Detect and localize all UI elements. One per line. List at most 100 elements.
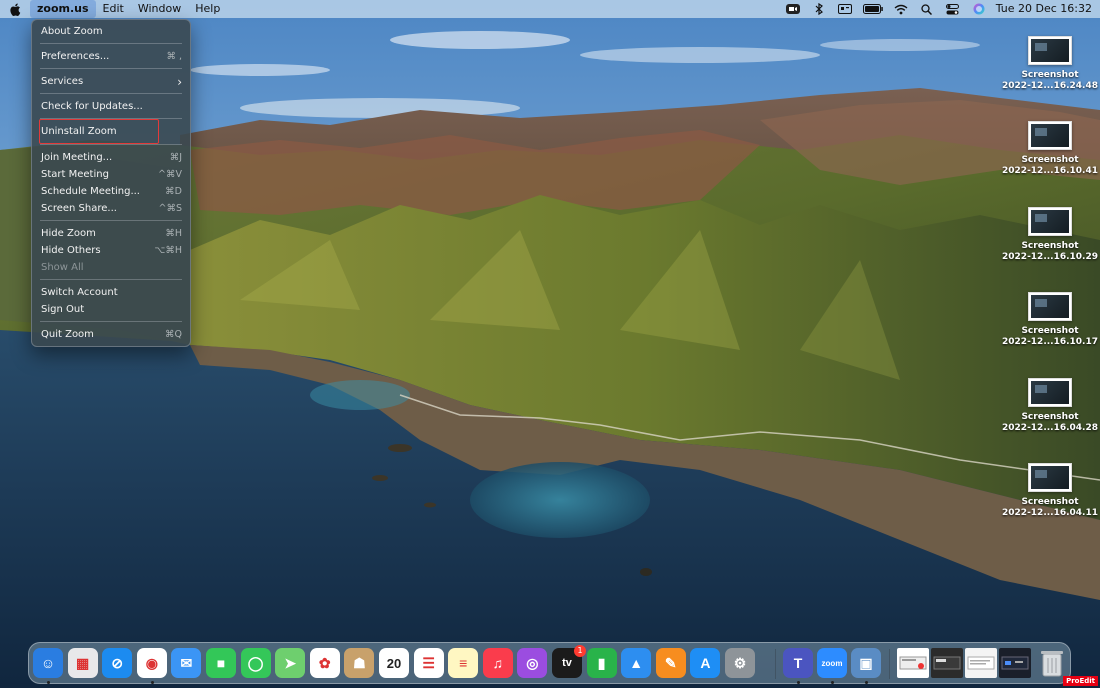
reminders-icon[interactable]: ☰ [413, 648, 444, 678]
desktop-file-screenshot[interactable]: Screenshot 2022-12...16.24.48 [1002, 36, 1098, 92]
menu-item-join-meeting[interactable]: Join Meeting... ⌘J [32, 149, 190, 166]
podcasts-icon[interactable]: ◎ [517, 648, 548, 678]
dock-icon-glyph: tv [562, 657, 572, 669]
status-area: Tue 20 Dec 16:32 [780, 0, 1100, 18]
maps-icon[interactable]: ➤ [275, 648, 306, 678]
desktop-file-screenshot[interactable]: Screenshot 2022-12...16.04.11 [1002, 463, 1098, 519]
menu-item-quit-zoom[interactable]: Quit Zoom ⌘Q [32, 326, 190, 343]
dock-icon-glyph: ▲ [629, 655, 644, 671]
chrome-icon[interactable]: ◉ [136, 648, 167, 678]
siri-icon[interactable] [966, 0, 992, 18]
menu-item-preferences[interactable]: Preferences... ⌘ , [32, 48, 190, 65]
apple-logo-icon[interactable] [0, 0, 30, 18]
preview-icon[interactable]: ▣ [851, 648, 881, 678]
file-name: Screenshot 2022-12...16.10.41 [1002, 155, 1098, 176]
menu-item-start-meeting[interactable]: Start Meeting ^⌘V [32, 166, 190, 183]
running-indicator-dot [831, 681, 834, 684]
chevron-right-icon: › [177, 74, 182, 89]
desktop-file-screenshot[interactable]: Screenshot 2022-12...16.04.28 [1002, 378, 1098, 434]
menu-separator [40, 321, 182, 322]
dock-icon-glyph: ▦ [75, 654, 90, 671]
screenshot-thumbnail-icon [1028, 36, 1072, 65]
menu-separator [40, 279, 182, 280]
menu-separator [40, 118, 182, 119]
finder-icon[interactable]: ☺ [33, 648, 63, 678]
dock: ☺ ▦ ⊘ ◉ ✉ ■ ◯ ➤ ✿ ☗ 20 ☰ ≡ ♫ ◎ tv 1 ▮ ▲ ✎ A ⚙ Tzoom ▣ [28, 642, 1071, 684]
messages-icon[interactable]: ◯ [240, 648, 271, 678]
menu-item-switch-account[interactable]: Switch Account [32, 284, 190, 301]
photos-icon[interactable]: ✿ [309, 648, 340, 678]
screenshot-thumbnail-icon [1028, 292, 1072, 321]
running-indicator-dot [47, 681, 50, 684]
file-name: Screenshot 2022-12...16.04.11 [1002, 497, 1098, 518]
contacts-icon[interactable]: ☗ [344, 648, 375, 678]
file-name: Screenshot 2022-12...16.24.48 [1002, 70, 1098, 91]
mail-icon[interactable]: ✉ [171, 648, 202, 678]
display-icon[interactable] [832, 0, 858, 18]
menu-item-about-zoom[interactable]: About Zoom [32, 23, 190, 40]
notes-icon[interactable]: ≡ [448, 648, 479, 678]
desktop-file-screenshot[interactable]: Screenshot 2022-12...16.10.17 [1002, 292, 1098, 348]
menu-item-hide-others[interactable]: Hide Others ⌥⌘H [32, 242, 190, 259]
minimized-window-thumbnail[interactable] [965, 648, 997, 678]
running-indicator-dot [865, 681, 868, 684]
dock-separator [889, 649, 890, 679]
trash-icon[interactable] [1037, 648, 1067, 678]
menu-bar-clock[interactable]: Tue 20 Dec 16:32 [992, 0, 1100, 18]
menu-separator [40, 68, 182, 69]
music-icon[interactable]: ♫ [482, 648, 513, 678]
launchpad-icon[interactable]: ▦ [67, 648, 98, 678]
teams-icon[interactable]: T [783, 648, 813, 678]
zoom-status-icon[interactable] [780, 0, 806, 18]
screenshot-thumbnail-icon [1028, 121, 1072, 150]
dock-icon-glyph: ◉ [145, 654, 158, 671]
dock-icon-glyph: ☰ [422, 654, 435, 671]
menu-item-hide-zoom[interactable]: Hide Zoom ⌘H [32, 225, 190, 242]
file-name: Screenshot 2022-12...16.04.28 [1002, 412, 1098, 433]
minimized-window-thumbnail[interactable] [931, 648, 963, 678]
menu-zoom-us[interactable]: zoom.us [30, 0, 96, 18]
dock-icon-glyph: ⊘ [111, 654, 124, 671]
menu-separator [40, 144, 182, 145]
screenshot-thumbnail-icon [1028, 378, 1072, 407]
desktop-file-screenshot[interactable]: Screenshot 2022-12...16.10.29 [1002, 207, 1098, 263]
menu-item-check-for-updates[interactable]: Check for Updates... [32, 98, 190, 115]
minimized-window-thumbnail[interactable] [897, 648, 929, 678]
menu-item-sign-out[interactable]: Sign Out [32, 301, 190, 318]
menu-edit[interactable]: Edit [96, 0, 131, 18]
menu-window[interactable]: Window [131, 0, 188, 18]
menu-help[interactable]: Help [188, 0, 227, 18]
menu-separator [40, 93, 182, 94]
pages-icon[interactable]: ✎ [655, 648, 686, 678]
dock-icon-glyph: 20 [386, 655, 402, 671]
menu-item-uninstall-zoom[interactable]: Uninstall Zoom [32, 123, 190, 140]
battery-icon[interactable] [858, 0, 888, 18]
bluetooth-icon[interactable] [806, 0, 832, 18]
minimized-window-thumbnail[interactable] [999, 648, 1031, 678]
dock-icon-glyph: T [793, 655, 803, 671]
dock-icon-glyph: ♫ [492, 655, 504, 671]
dock-icon-glyph: A [700, 655, 711, 671]
control-center-icon[interactable] [940, 0, 966, 18]
menu-item-services[interactable]: Services › [32, 73, 190, 90]
numbers-icon[interactable]: ▮ [586, 648, 617, 678]
calendar-icon[interactable]: 20 [379, 648, 409, 678]
dock-icon-glyph: ➤ [284, 654, 297, 671]
facetime-icon[interactable]: ■ [206, 648, 236, 678]
dock-icon-glyph: ☺ [40, 655, 56, 671]
wifi-icon[interactable] [888, 0, 914, 18]
zoom-app-menu: About Zoom Preferences... ⌘ , Services › C… [31, 19, 191, 347]
file-name: Screenshot 2022-12...16.10.29 [1002, 241, 1098, 262]
menu-item-screen-share[interactable]: Screen Share... ^⌘S [32, 200, 190, 217]
menu-bar: zoom.us Edit Window Help Tue 20 Dec 16:3… [0, 0, 1100, 18]
app-store-icon[interactable]: A [690, 648, 721, 678]
system-preferences-icon[interactable]: ⚙ [725, 648, 755, 678]
keynote-icon[interactable]: ▲ [621, 648, 652, 678]
dock-icon-glyph: ✿ [318, 654, 331, 671]
safari-icon[interactable]: ⊘ [102, 648, 133, 678]
zoom-icon[interactable]: zoom [817, 648, 847, 678]
spotlight-search-icon[interactable] [914, 0, 940, 18]
desktop-file-screenshot[interactable]: Screenshot 2022-12...16.10.41 [1002, 121, 1098, 177]
menu-separator [40, 43, 182, 44]
menu-item-schedule-meeting[interactable]: Schedule Meeting... ⌘D [32, 183, 190, 200]
